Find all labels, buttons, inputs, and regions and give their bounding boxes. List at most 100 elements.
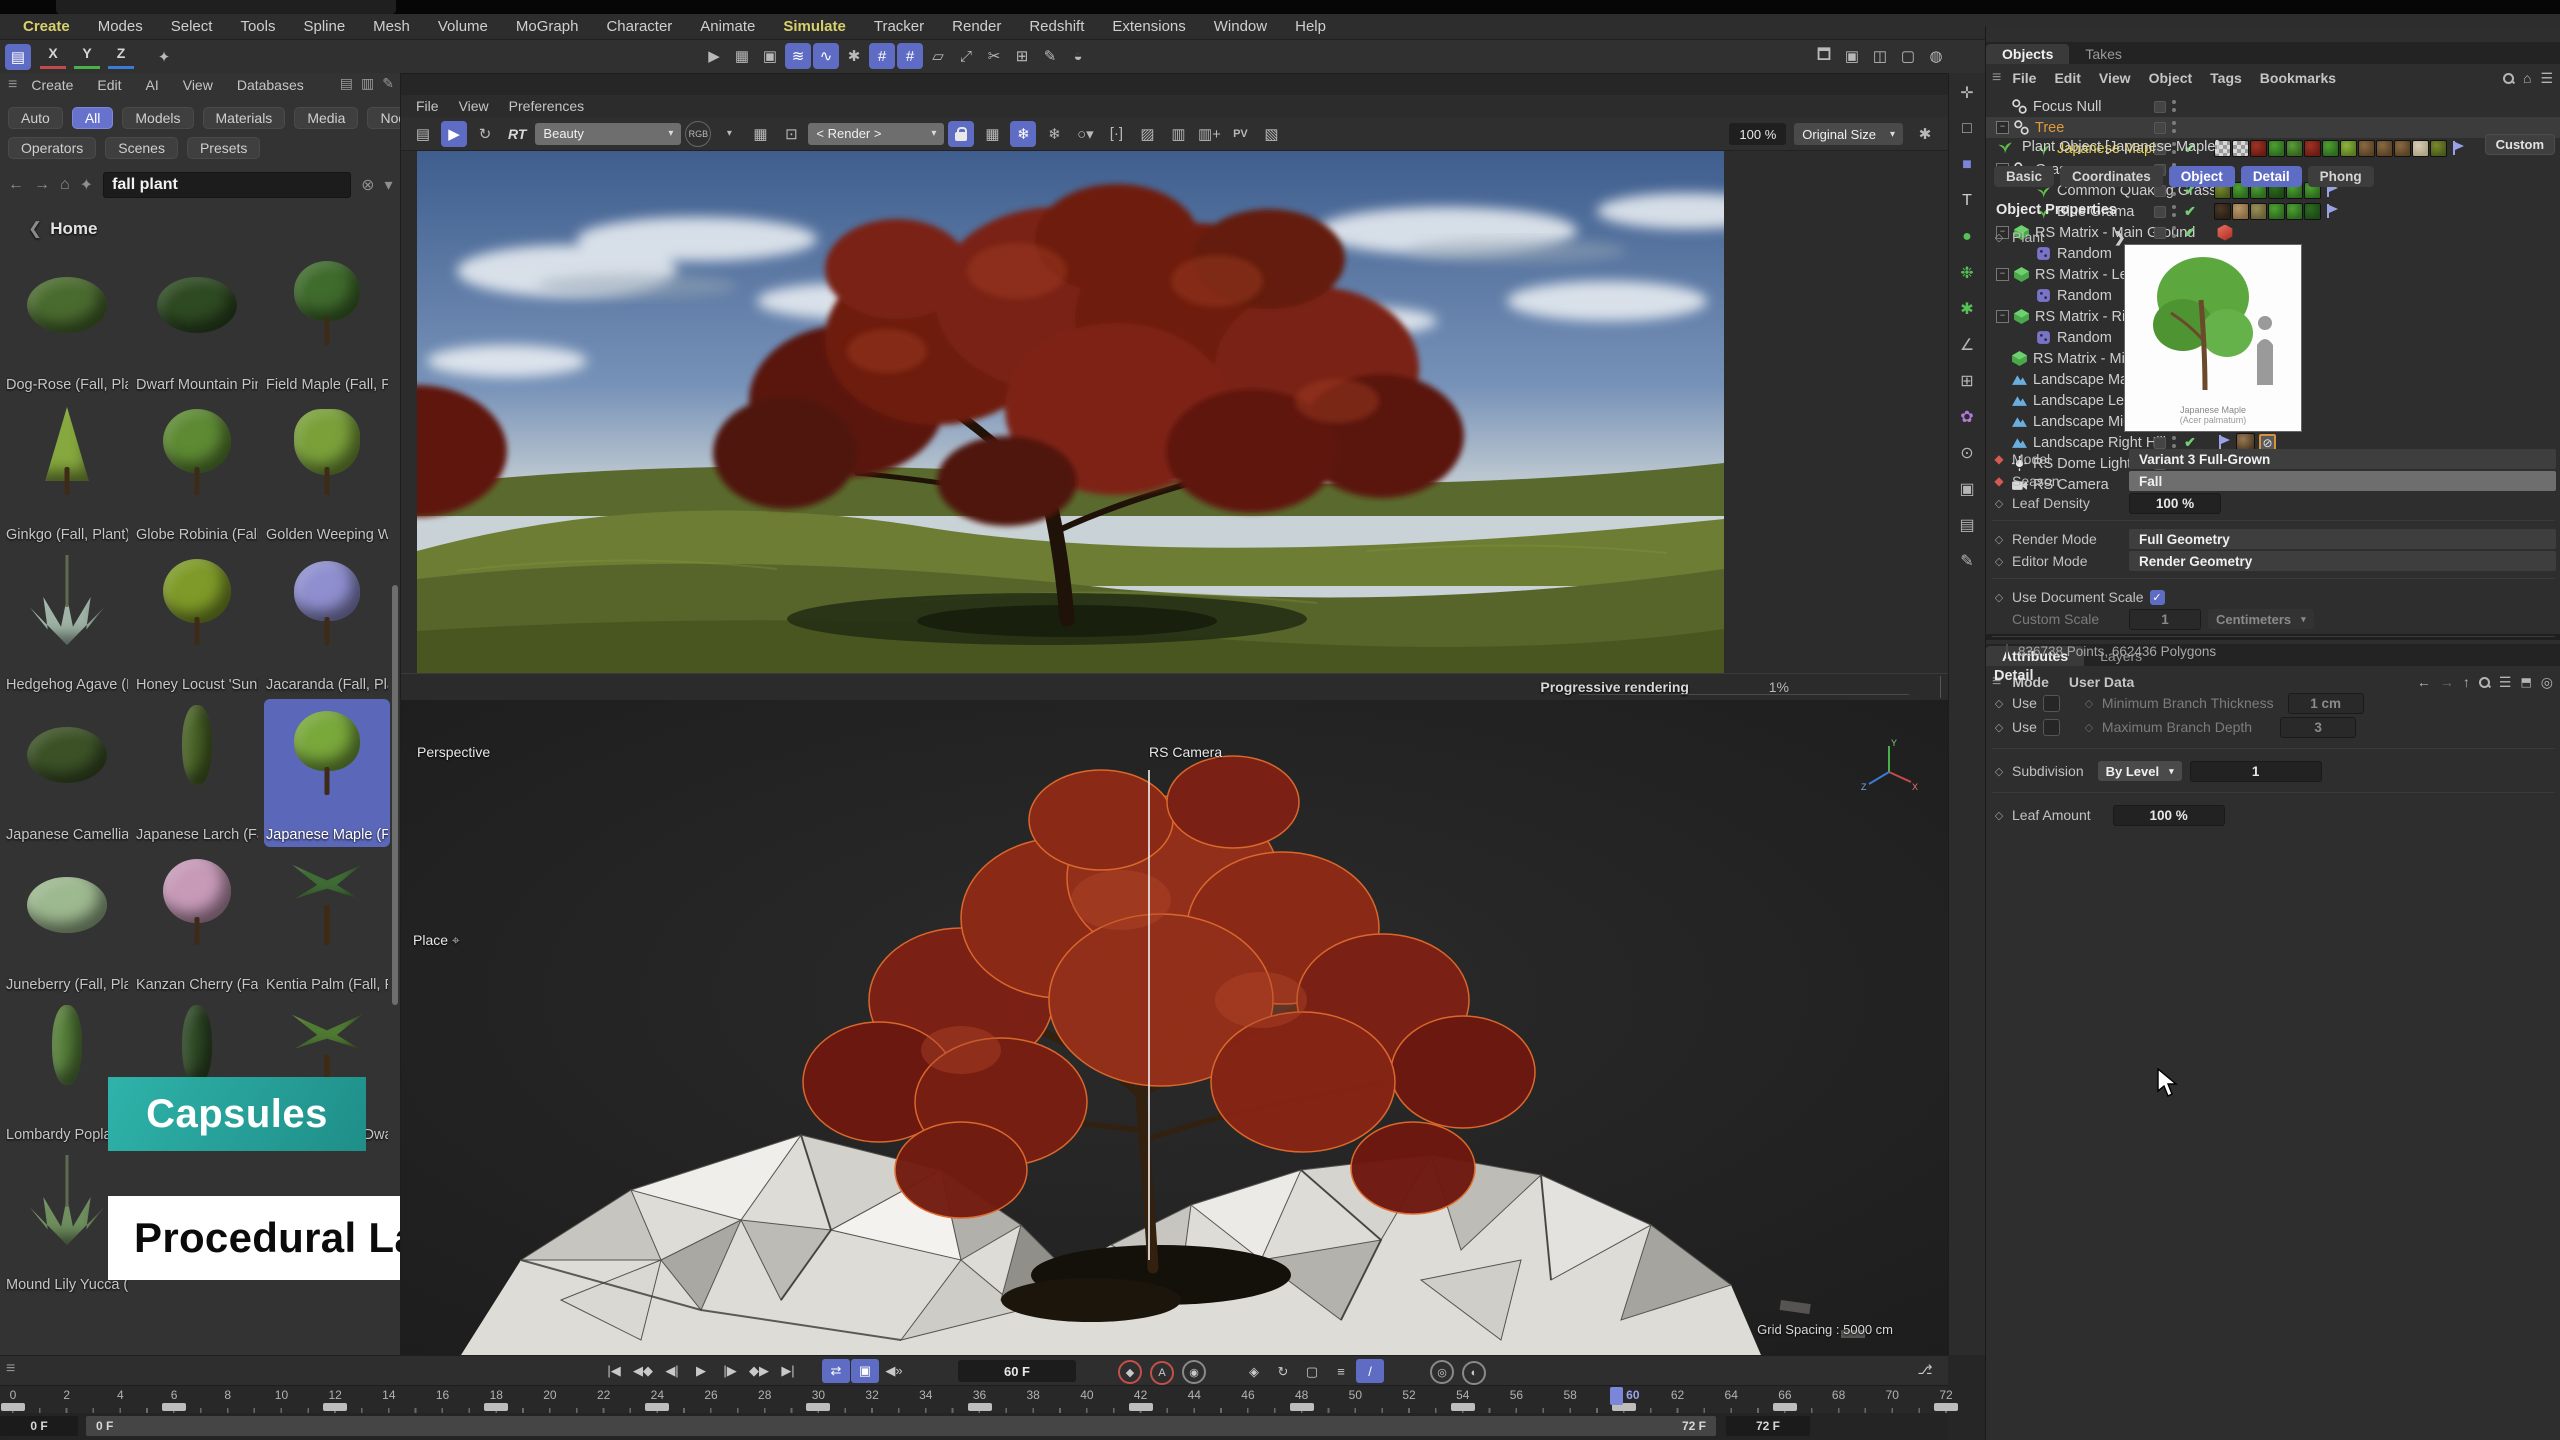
asset-item[interactable]: Golden Weeping Willo... [264, 399, 390, 547]
zoom-value-field[interactable]: 100 % [1729, 123, 1786, 145]
material-chip-sphere-dbrown[interactable] [2214, 203, 2231, 220]
asset-item[interactable]: Hedgehog Agave (Fall... [4, 549, 130, 697]
om-menu-edit[interactable]: Edit [2045, 70, 2089, 86]
perspective-viewport[interactable]: Perspective RS Camera Place ⌖ Grid Spaci… [400, 700, 1949, 1355]
background-image-icon[interactable]: ▥ [1165, 121, 1191, 147]
clipboard-toggle[interactable]: ▣ [851, 1359, 879, 1383]
menu-window[interactable]: Window [1201, 14, 1280, 39]
attr-tab-detail[interactable]: Detail [2241, 166, 2302, 187]
axis-x-button[interactable]: X [40, 42, 66, 69]
om-filter-icon[interactable]: ☰ [2540, 70, 2553, 87]
playhead[interactable] [1610, 1387, 1623, 1405]
object-row[interactable]: −Tree [1986, 117, 2560, 138]
layer-toggle[interactable] [2154, 206, 2166, 218]
asset-item[interactable]: Dwarf Mountain Pine (... [134, 249, 260, 397]
material-chip-checker[interactable] [2232, 140, 2249, 157]
attr-filter-icon[interactable]: ☰ [2499, 674, 2512, 691]
min-branch-use-checkbox[interactable]: ✓ [2043, 695, 2060, 712]
home-icon[interactable]: ⌂ [60, 176, 70, 194]
channel-dropdown-icon[interactable]: ▾ [716, 121, 742, 147]
max-branch-use-checkbox[interactable]: ✓ [2043, 719, 2060, 736]
asset-item[interactable]: Kanzan Cherry (Fall, Pl... [134, 849, 260, 997]
season-dropdown[interactable]: Fall [2129, 471, 2556, 491]
visibility-dots[interactable] [2171, 100, 2177, 114]
edit-icon[interactable]: ✎ [382, 75, 394, 92]
page-icon[interactable]: ▤ [1955, 513, 1979, 537]
rv-menu-view[interactable]: View [450, 98, 498, 114]
ab-menu-edit[interactable]: Edit [87, 77, 131, 93]
key-scale-toggle[interactable]: ▢ [1298, 1360, 1326, 1384]
attr-tab-coordinates[interactable]: Coordinates [2060, 166, 2163, 187]
layout-render-icon[interactable]: 🗖 [1811, 43, 1837, 69]
attr-up-icon[interactable]: ↑ [2463, 674, 2470, 690]
keyframe-marker[interactable] [162, 1403, 186, 1411]
om-menu-view[interactable]: View [2090, 70, 2140, 86]
material-chip-leaf-green[interactable] [2286, 140, 2303, 157]
keyframe-selection-button[interactable]: ◐ [1462, 1361, 1486, 1385]
loop-toggle[interactable]: ⇄ [822, 1359, 850, 1383]
keyframe-marker[interactable] [645, 1403, 669, 1411]
attr-tab-phong[interactable]: Phong [2308, 166, 2374, 187]
attr-target-icon[interactable]: ◎ [2541, 674, 2553, 691]
ab-menu-create[interactable]: Create [21, 77, 83, 93]
subdivision-mode-dropdown[interactable]: By Level▾ [2098, 761, 2182, 781]
asset-item[interactable]: Japanese Maple (Fall, ... [264, 699, 390, 847]
sound-toggle[interactable]: ◀» [880, 1359, 908, 1383]
go-to-start-button[interactable]: |◀ [600, 1359, 628, 1383]
keyframe-marker[interactable] [806, 1403, 830, 1411]
attr-back-icon[interactable]: ← [2417, 674, 2431, 690]
material-chip-sphere-olive[interactable] [2430, 140, 2447, 157]
keyframe-settings-button[interactable]: ◉ [1182, 1360, 1206, 1384]
region-dropdown-icon[interactable]: ○▾ [1072, 121, 1098, 147]
workplane-icon[interactable]: ▱ [925, 43, 951, 69]
subdivision-value-field[interactable]: 1 [2190, 761, 2322, 782]
time-icon[interactable]: ⊙ [1955, 441, 1979, 465]
material-chip-leaf-red[interactable] [2304, 140, 2321, 157]
attr-tab-object[interactable]: Object [2169, 166, 2235, 187]
timeline-options-icon[interactable]: ≡ [6, 1360, 15, 1378]
play-forwards-button[interactable]: ▶ [687, 1359, 715, 1383]
cluster-icon[interactable]: ❉ [1955, 261, 1979, 285]
plant-expander-icon[interactable]: ❯ [2114, 229, 2126, 246]
dither-icon[interactable]: ▦ [747, 121, 773, 147]
smart-search-icon[interactable]: ✦ [80, 175, 93, 195]
material-chip-flower[interactable] [2412, 140, 2429, 157]
attr-tab-basic[interactable]: Basic [1994, 166, 2054, 187]
grid-quantize-icon[interactable]: # [897, 43, 923, 69]
menu-select[interactable]: Select [158, 14, 226, 39]
paint-icon[interactable]: ✎ [1037, 43, 1063, 69]
keyframe-marker[interactable] [1290, 1403, 1314, 1411]
ab-menu-databases[interactable]: Databases [227, 77, 314, 93]
editor-mode-dropdown[interactable]: Render Geometry [2129, 551, 2556, 571]
array-icon[interactable]: ⊞ [1009, 43, 1035, 69]
keyframe-marker[interactable] [484, 1403, 508, 1411]
snapshot-icon[interactable]: ▤ [410, 121, 436, 147]
menu-create[interactable]: Create [10, 14, 83, 39]
visibility-dots[interactable] [2171, 121, 2177, 135]
leaf-density-field[interactable]: 100 % [2129, 493, 2221, 514]
document-tab[interactable] [56, 0, 396, 14]
asset-item[interactable]: Juneberry (Fall, Plant) [4, 849, 130, 997]
layout-split-icon[interactable]: ▣ [1839, 43, 1865, 69]
crop-icon[interactable]: ⊡ [778, 121, 804, 147]
timeline-ruler[interactable]: 0246810121416182022242628303234363840424… [0, 1385, 1948, 1414]
material-chip-sphere-lime[interactable] [2340, 140, 2357, 157]
view-cube-icon[interactable]: ■ [1955, 153, 1979, 177]
expander-icon[interactable]: − [1996, 268, 2009, 281]
render-settings-icon[interactable]: ▦ [729, 43, 755, 69]
plant-preview-thumbnail[interactable]: Japanese Maple (Acer palmatum) [2124, 244, 2302, 432]
collapse-icon[interactable]: ❮ [28, 219, 42, 238]
keyframe-marker[interactable] [1934, 1403, 1958, 1411]
filter-all[interactable]: All [72, 107, 114, 129]
filter-auto[interactable]: Auto [8, 107, 63, 129]
leaf-amount-field[interactable]: 100 % [2113, 805, 2225, 826]
keyframe-marker[interactable] [323, 1403, 347, 1411]
material-chip-sphere-tan[interactable] [2232, 203, 2249, 220]
asset-item[interactable]: Ginkgo (Fall, Plant) [4, 399, 130, 547]
tab-takes[interactable]: Takes [2069, 44, 2138, 64]
picture-viewer-icon[interactable]: PV [1227, 121, 1253, 147]
asset-item[interactable]: Dog-Rose (Fall, Plant) [4, 249, 130, 397]
magnet-icon[interactable]: ◒ [1065, 43, 1091, 69]
material-chip-sphere-brown[interactable] [2358, 140, 2375, 157]
expander-icon[interactable]: − [1996, 121, 2009, 134]
